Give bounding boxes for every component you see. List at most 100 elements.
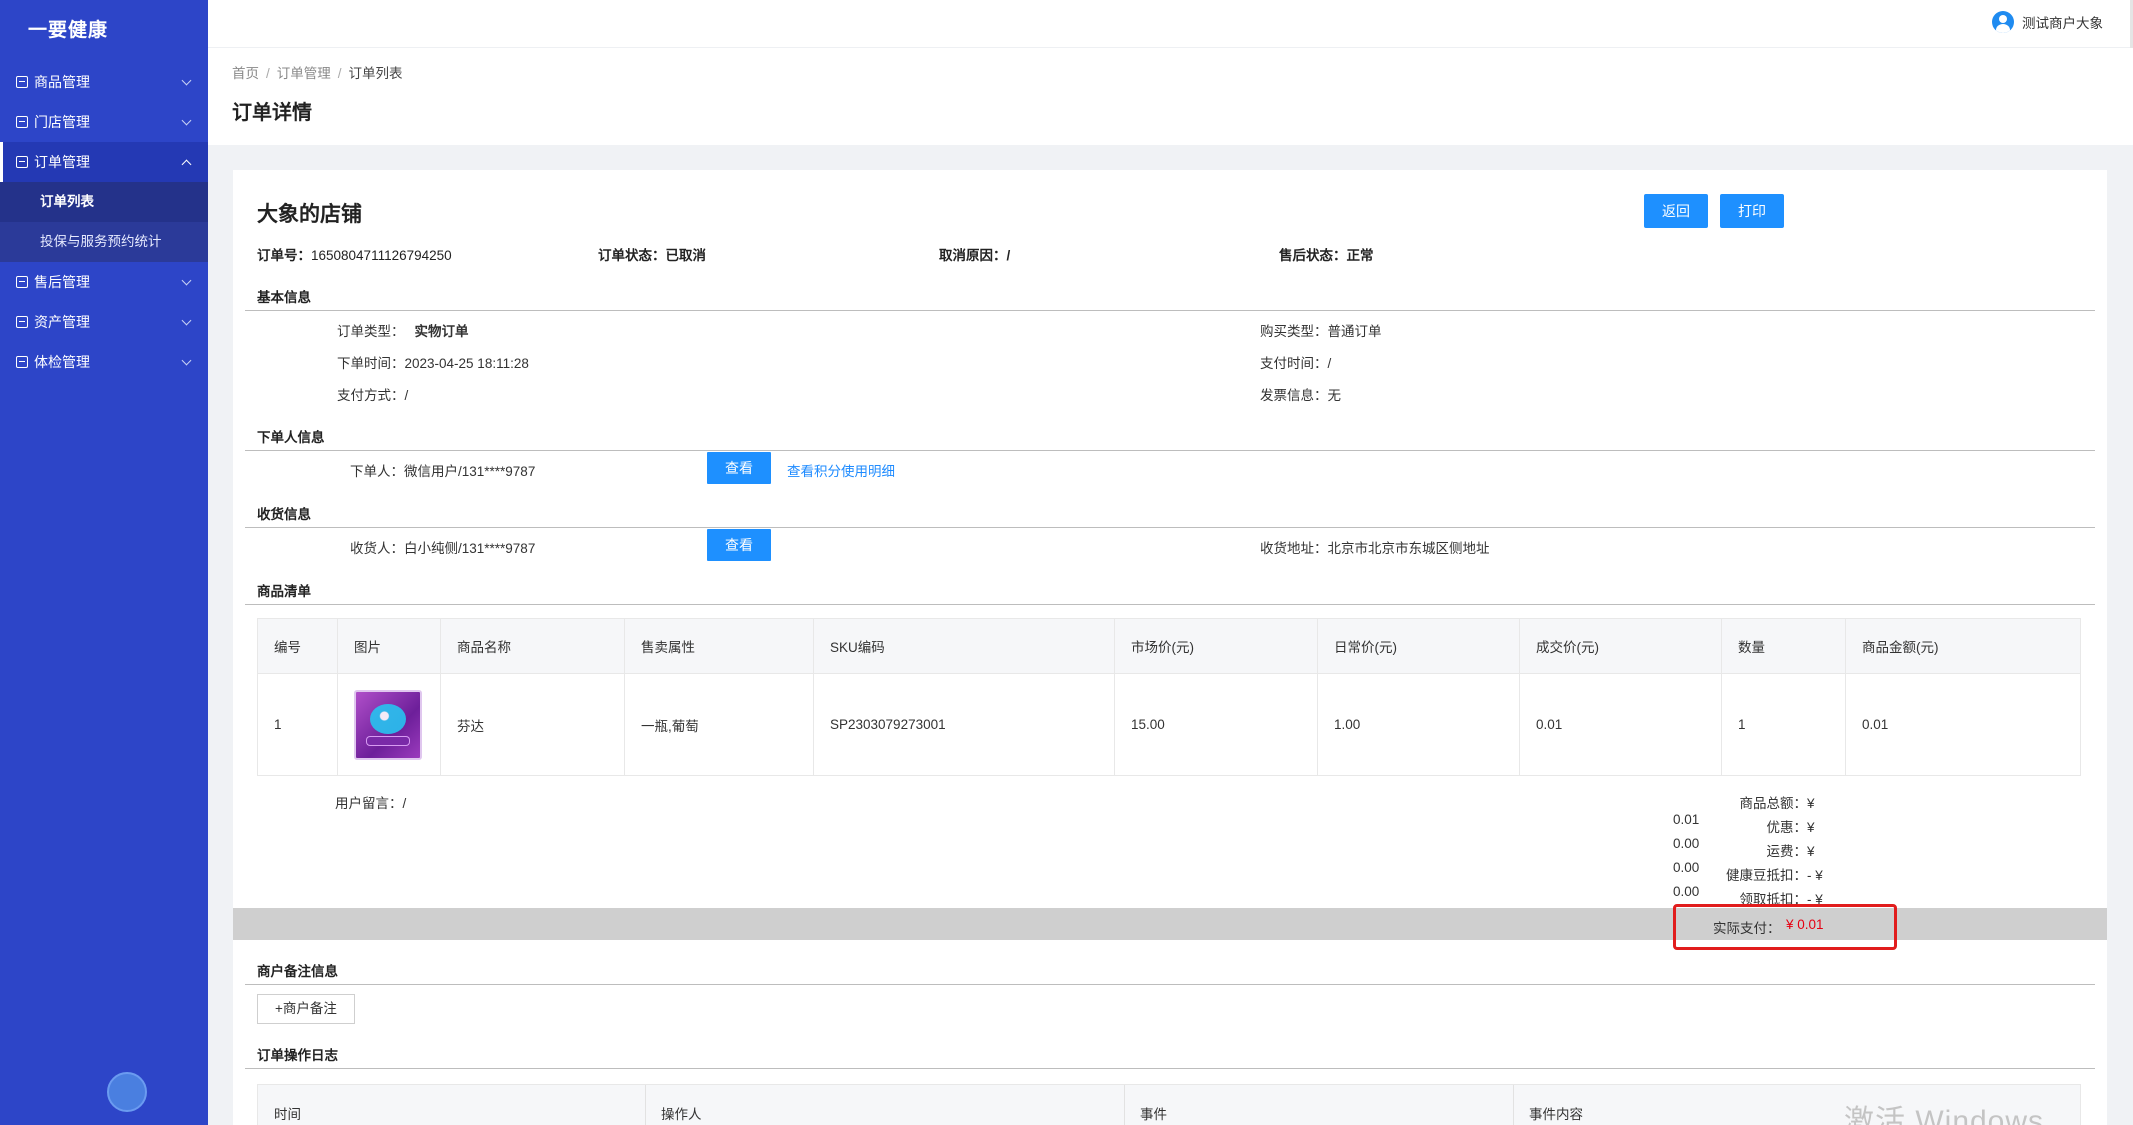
sidebar-subitem-insurance-stats[interactable]: 投保与服务预约统计 [0,222,208,262]
breadcrumb: 首页 / 订单管理 / 订单列表 [232,66,403,81]
buyer-info-title: 下单人信息 [257,430,325,445]
view-buyer-button[interactable]: 查看 [707,452,771,484]
sidebar-item-label: 门店管理 [34,114,90,130]
pay-method: 支付方式：/ [337,388,409,403]
breadcrumb-parent[interactable]: 订单管理 [277,66,331,81]
print-button[interactable]: 打印 [1720,194,1784,228]
user-menu[interactable]: 测试商户大象 [1992,11,2103,33]
goods-table: 编号 图片 商品名称 售卖属性 SKU编码 市场价(元) 日常价(元) 成交价(… [257,618,2081,776]
divider [245,604,2095,605]
goods-quantity: 1 [1721,673,1846,776]
goods-name: 芬达 [440,673,625,776]
app-logo: 一要健康 [28,20,109,41]
back-button[interactable]: 返回 [1644,194,1708,228]
add-merchant-remark-button[interactable]: +商户备注 [257,994,355,1024]
sidebar-item-orders[interactable]: 订单管理 [0,142,208,182]
merchant-remark-title: 商户备注信息 [257,964,338,979]
checkup-icon [16,356,28,368]
shipping-address: 收货地址：北京市北京市东城区侧地址 [1260,541,1490,556]
page-title: 订单详情 [232,102,312,124]
floating-circle-button[interactable] [107,1072,147,1112]
chevron-down-icon [181,75,192,85]
points-detail-link[interactable]: 查看积分使用明细 [787,460,895,480]
order-icon [16,156,28,168]
sidebar-item-label: 订单管理 [34,154,90,170]
chevron-up-icon [181,159,192,169]
goods-no: 1 [257,673,338,776]
divider [245,527,2095,528]
user-name: 测试商户大象 [2022,16,2103,31]
sidebar-item-assets[interactable]: 资产管理 [0,302,208,342]
user-remark: 用户留言：/ [335,796,407,811]
table-header-row: 编号 图片 商品名称 售卖属性 SKU编码 市场价(元) 日常价(元) 成交价(… [257,618,2081,674]
view-receiver-button[interactable]: 查看 [707,529,771,561]
column-header: 商品名称 [440,618,625,674]
column-header: 事件 [1140,1107,1167,1122]
highlight-box [1673,904,1897,950]
top-header: 测试商户大象 [208,0,2133,48]
order-status: 订单状态：已取消 [598,248,706,263]
sidebar-item-after-sales[interactable]: 售后管理 [0,262,208,302]
basic-info-title: 基本信息 [257,290,311,305]
sidebar-item-stores[interactable]: 门店管理 [0,102,208,142]
column-header: 日常价(元) [1317,618,1520,674]
column-header: 事件内容 [1529,1107,1583,1122]
column-header: 售卖属性 [624,618,814,674]
chevron-down-icon [181,315,192,325]
sidebar-item-goods[interactable]: 商品管理 [0,62,208,102]
sidebar-item-label: 体检管理 [34,354,90,370]
orders-submenu: 订单列表 投保与服务预约统计 [0,182,208,262]
pay-time: 支付时间：/ [1260,356,1332,371]
sidebar-item-checkup[interactable]: 体检管理 [0,342,208,382]
goods-sku: SP2303079273001 [813,673,1115,776]
windows-activation-watermark: 激活 Windows [1844,1105,2045,1125]
goods-daily-price: 1.00 [1317,673,1520,776]
column-header: 图片 [337,618,441,674]
chevron-down-icon [181,275,192,285]
order-type: 订单类型： 实物订单 [337,324,469,339]
goods-deal-price: 0.01 [1519,673,1722,776]
goods-list-title: 商品清单 [257,584,311,599]
divider [245,984,2095,985]
purchase-type: 购买类型：普通订单 [1260,324,1382,339]
fanta-product-image [354,689,422,760]
column-header: 操作人 [661,1107,702,1122]
log-table-header: 时间 操作人 事件 事件内容 [257,1084,2081,1125]
column-header: 成交价(元) [1519,618,1722,674]
page-header: 首页 / 订单管理 / 订单列表 订单详情 [208,48,2133,145]
column-header: 数量 [1721,618,1846,674]
divider [245,310,2095,311]
after-sales-icon [16,276,28,288]
column-header: 市场价(元) [1114,618,1318,674]
order-detail-card: 大象的店铺 返回 打印 订单号：1650804711126794250 订单状态… [233,170,2107,1125]
sidebar-subitem-order-list[interactable]: 订单列表 [0,182,208,222]
breadcrumb-current: 订单列表 [348,66,403,81]
goods-icon [16,76,28,88]
sidebar: 一要健康 商品管理 门店管理 订单管理 订单列表 投保与服务预约统计 售后管理 … [0,0,208,1125]
table-row: 1 芬达 一瓶,葡萄 SP2303079273001 15.00 1.00 0.… [257,673,2081,776]
goods-amount: 0.01 [1845,673,2081,776]
shop-name: 大象的店铺 [257,203,362,226]
user-avatar-icon [1992,11,2014,33]
column-header: SKU编码 [813,618,1115,674]
store-icon [16,116,28,128]
after-sale-status: 售后状态：正常 [1279,248,1374,263]
column-header: 编号 [257,618,338,674]
sidebar-item-label: 资产管理 [34,314,90,330]
divider [245,1068,2095,1069]
breadcrumb-home[interactable]: 首页 [232,66,259,81]
shipping-info-title: 收货信息 [257,507,311,522]
cancel-reason: 取消原因：/ [939,248,1011,263]
goods-attr: 一瓶,葡萄 [624,673,814,776]
divider [245,450,2095,451]
buyer: 下单人：微信用户/131****9787 [350,464,536,479]
sidebar-item-label: 售后管理 [34,274,90,290]
goods-market-price: 15.00 [1114,673,1318,776]
receiver: 收货人：白小纯侧/131****9787 [350,541,536,556]
sidebar-item-label: 商品管理 [34,74,90,90]
chevron-down-icon [181,355,192,365]
invoice-info: 发票信息：无 [1260,388,1341,403]
assets-icon [16,316,28,328]
column-header: 商品金额(元) [1845,618,2081,674]
order-time: 下单时间：2023-04-25 18:11:28 [337,356,529,371]
